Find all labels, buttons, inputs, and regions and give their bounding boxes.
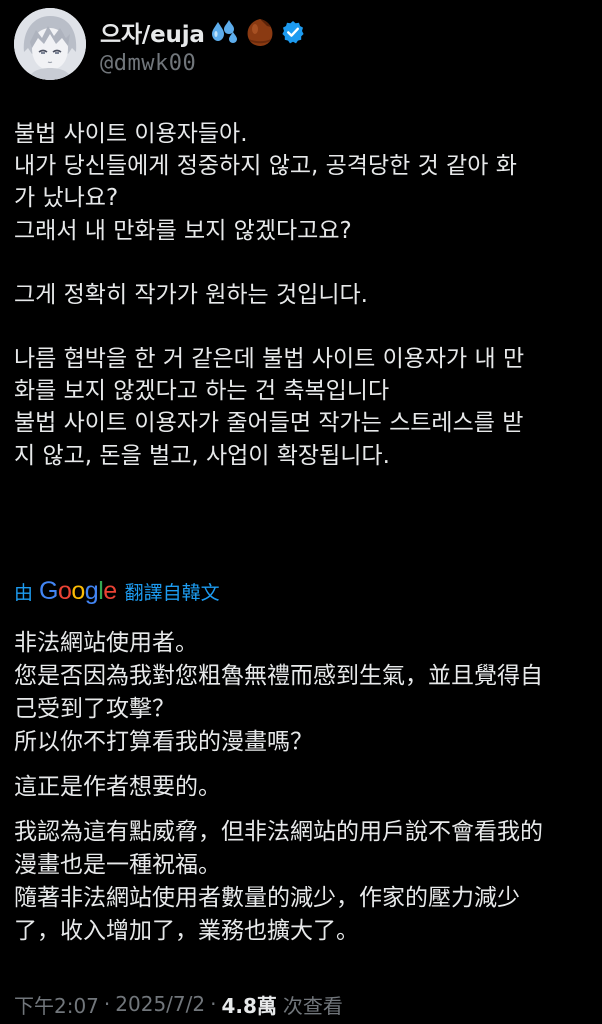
tweet-paragraph: 그게 정확히 작가가 원하는 것입니다. [14,281,368,308]
avatar-illustration [14,8,86,80]
user-handle[interactable]: @dmwk00 [100,51,305,76]
droplets-emoji [211,19,239,45]
avatar[interactable] [14,8,86,80]
tweet-header: 으자/euja @dmwk00 [14,8,305,80]
meta-separator: · [103,992,111,1016]
post-time[interactable]: 下午2:07 [14,990,99,1019]
translated-paragraph: 我認為這有點威脅，但非法網站的用戶說不會看我的 漫畫也是一種祝福。 隨著非法網站… [14,819,543,944]
meta-separator: · [210,992,217,1016]
translated-paragraph: 非法網站使用者。 您是否因為我對您粗魯無禮而感到生氣，並且覺得自 己受到了攻擊？… [14,630,543,755]
verified-badge-icon [281,20,305,44]
views-count[interactable]: 4.8萬 [221,990,276,1019]
translated-text: 非法網站使用者。 您是否因為我對您粗魯無禮而感到生氣，並且覺得自 己受到了攻擊？… [14,627,594,960]
tweet-text: 불법 사이트 이용자들아. 내가 당신들에게 정중하지 않고, 공격당한 것 같… [14,118,594,472]
tweet-meta: 下午2:07 · 2025/7/2 · 4.8萬 次查看 [14,987,343,1021]
translate-prefix: 由 [14,581,34,604]
translation-attribution[interactable]: 由 Google 翻譯自韓文 [14,574,220,608]
views-label: 次查看 [282,993,343,1018]
post-date[interactable]: 2025/7/2 [115,992,205,1016]
display-name[interactable]: 으자/euja [100,15,205,49]
translate-suffix: 翻譯自韓文 [124,581,220,604]
translated-paragraph: 這正是作者想要的。 [14,774,221,800]
tweet-paragraph: 나름 협박을 한 거 같은데 불법 사이트 이용자가 내 만 화를 보지 않겠다… [14,346,525,469]
tweet-paragraph: 불법 사이트 이용자들아. 내가 당신들에게 정중하지 않고, 공격당한 것 같… [14,121,517,244]
google-logo: Google [39,576,117,605]
chestnut-emoji [245,17,275,47]
